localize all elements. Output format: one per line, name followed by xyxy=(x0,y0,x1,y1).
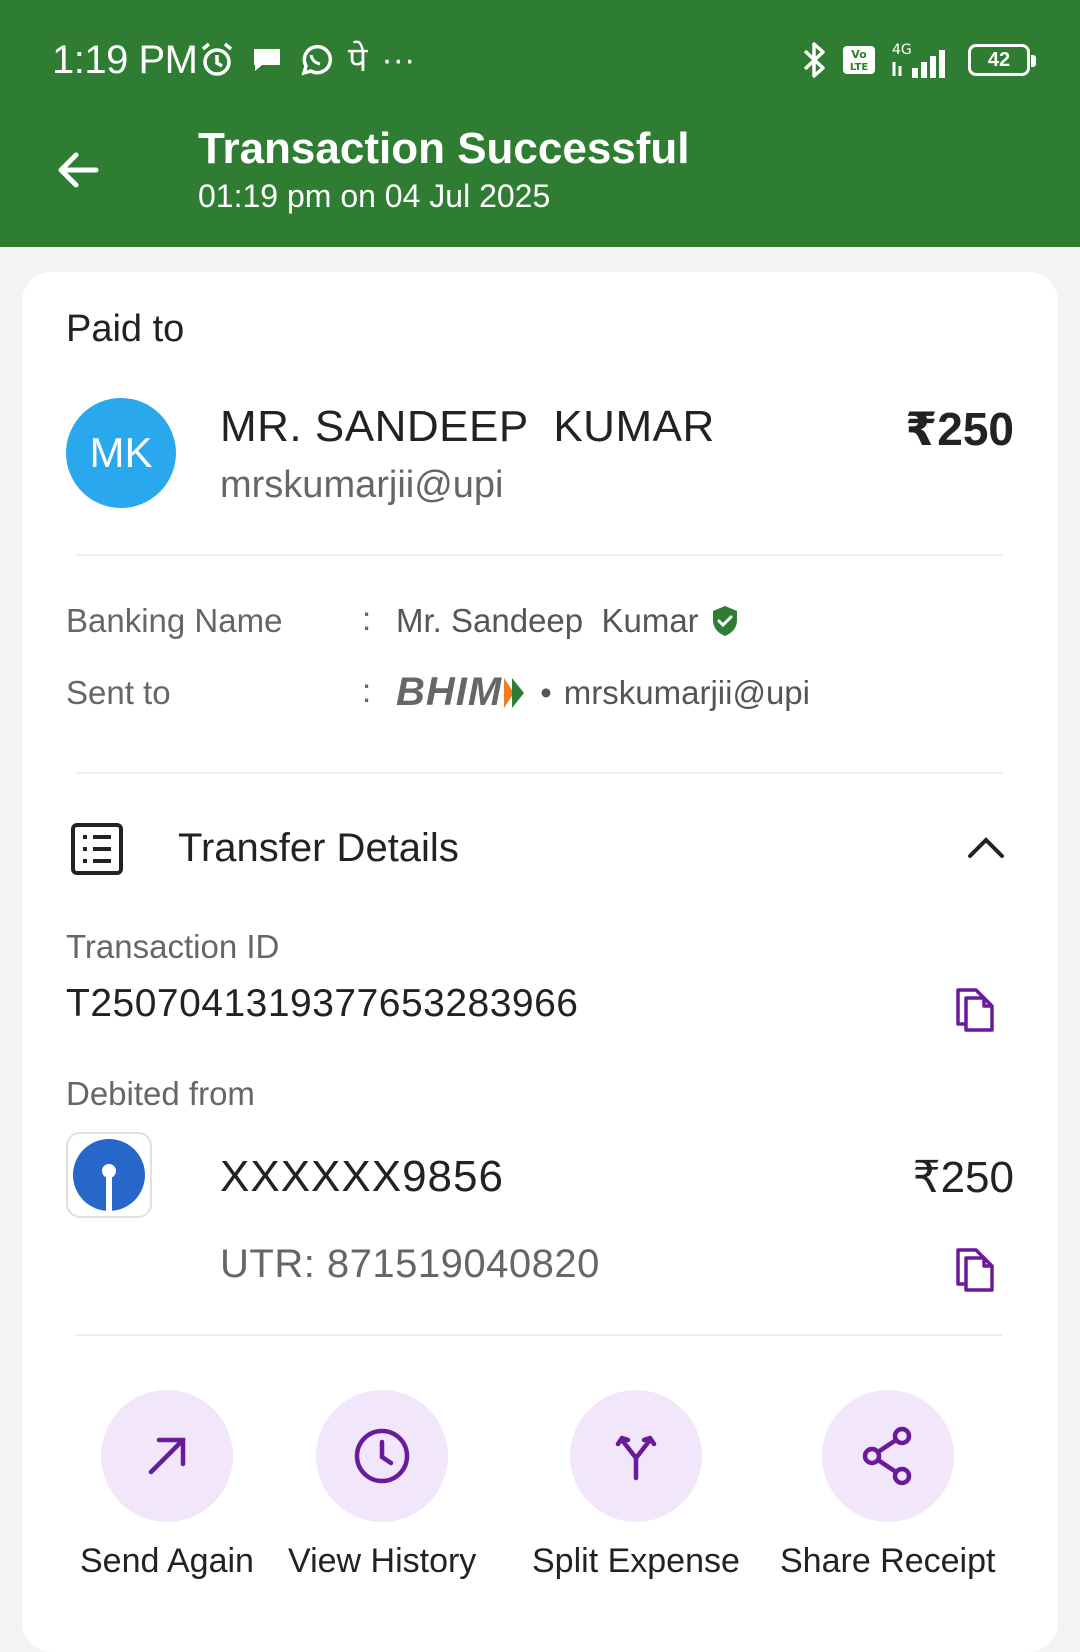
clock-icon xyxy=(354,1428,410,1484)
utr-number: UTR: 871519040820 xyxy=(220,1242,600,1286)
send-again-label: Send Again xyxy=(80,1542,254,1580)
split-icon xyxy=(615,1435,657,1481)
view-history-button[interactable]: View History xyxy=(288,1390,476,1581)
chevron-up-icon[interactable] xyxy=(966,832,1006,862)
separator: : xyxy=(362,600,372,637)
svg-text:LTE: LTE xyxy=(850,62,869,73)
view-history-label: View History xyxy=(288,1542,477,1580)
transaction-timestamp: 01:19 pm on 04 Jul 2025 xyxy=(198,178,551,214)
divider xyxy=(76,554,1002,556)
banking-name-row: Mr. Sandeep Kumar xyxy=(396,602,739,640)
share-receipt-label: Share Receipt xyxy=(780,1542,996,1580)
alarm-icon xyxy=(198,41,236,79)
paid-to-label: Paid to xyxy=(66,308,185,350)
volte-icon: Vo LTE xyxy=(842,45,876,75)
whatsapp-icon xyxy=(298,42,334,78)
bullet: • xyxy=(540,673,552,711)
share-icon xyxy=(862,1426,911,1486)
debited-amount: ₹250 xyxy=(912,1153,1014,1202)
avatar: MK xyxy=(66,398,176,508)
copy-transaction-id-icon[interactable] xyxy=(954,984,998,1032)
banking-name-label: Banking Name xyxy=(66,602,283,639)
transaction-id: T2507041319377653283966 xyxy=(66,982,579,1025)
split-expense-icon-bg xyxy=(569,1390,702,1522)
bhim-arrow-icon xyxy=(504,677,525,708)
bank-logo xyxy=(66,1132,152,1218)
bhim-logo-text: BHIM xyxy=(396,670,503,714)
account-number: XXXXXX9856 xyxy=(220,1152,504,1201)
receipt-list-icon xyxy=(71,823,123,875)
banking-name-value: Mr. Sandeep Kumar xyxy=(396,602,699,639)
back-button[interactable] xyxy=(48,140,108,200)
view-history-icon-bg xyxy=(316,1390,449,1522)
divider xyxy=(76,1334,1002,1336)
sbi-logo-icon xyxy=(73,1139,145,1211)
app-header: 1:19 PM पे ··· Vo LTE 4G 42 Transaction … xyxy=(0,0,1080,247)
svg-text:Vo: Vo xyxy=(851,48,867,61)
page-title: Transaction Successful xyxy=(198,124,690,173)
arrow-left-icon xyxy=(58,152,99,188)
debited-from-label: Debited from xyxy=(66,1075,255,1112)
signal-4g-icon: 4G xyxy=(890,40,954,80)
more-notifications-icon: ··· xyxy=(381,41,416,79)
transfer-details-title: Transfer Details xyxy=(178,826,459,870)
divider xyxy=(76,772,1002,774)
status-notification-icons: पे ··· xyxy=(198,36,415,84)
status-system-icons: Vo LTE 4G 42 xyxy=(802,36,1036,84)
arrow-up-right-icon xyxy=(148,1437,186,1475)
split-expense-label: Split Expense xyxy=(532,1542,740,1580)
chat-bubble-icon xyxy=(250,43,284,77)
send-again-icon-bg xyxy=(100,1390,233,1522)
bhim-logo: BHIM xyxy=(396,670,528,715)
phonepe-notification-icon: पे xyxy=(348,41,368,79)
action-bar: Send Again View History Split Expense Sh… xyxy=(22,1390,1058,1590)
transaction-card: Paid to MK MR. SANDEEP KUMAR mrskumarjii… xyxy=(22,272,1058,1652)
separator: : xyxy=(362,672,372,709)
bluetooth-icon xyxy=(802,40,828,80)
sent-to-row: BHIM • mrskumarjii@upi xyxy=(396,670,810,715)
transaction-id-label: Transaction ID xyxy=(66,928,280,965)
split-expense-button[interactable]: Split Expense xyxy=(532,1390,740,1581)
share-receipt-icon-bg xyxy=(821,1390,954,1522)
sent-to-label: Sent to xyxy=(66,674,171,711)
network-type-label: 4G xyxy=(892,42,912,58)
verified-shield-icon xyxy=(712,606,737,636)
payee-vpa: mrskumarjii@upi xyxy=(220,464,504,506)
status-time: 1:19 PM xyxy=(52,38,198,82)
paid-amount: ₹250 xyxy=(905,403,1014,455)
sent-to-vpa: mrskumarjii@upi xyxy=(563,673,810,711)
battery-icon: 42 xyxy=(968,44,1036,76)
status-bar: 1:19 PM पे ··· Vo LTE 4G 42 xyxy=(0,0,1080,120)
payee-name: MR. SANDEEP KUMAR xyxy=(220,402,715,451)
send-again-button[interactable]: Send Again xyxy=(80,1390,254,1581)
share-receipt-button[interactable]: Share Receipt xyxy=(780,1390,995,1581)
copy-utr-icon[interactable] xyxy=(954,1244,998,1292)
